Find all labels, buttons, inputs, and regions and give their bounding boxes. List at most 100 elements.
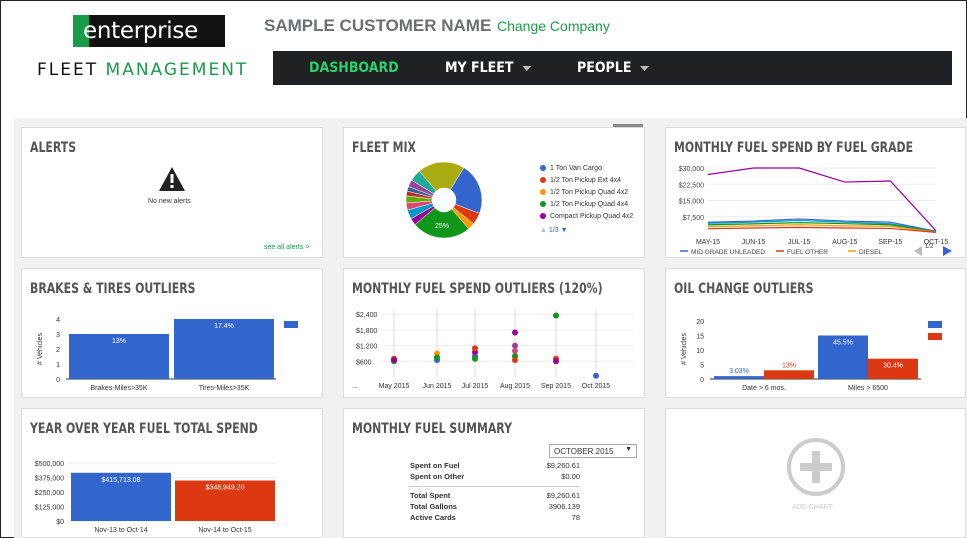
x-tick-label: Brakes-Miles>35K [91, 385, 148, 392]
summary-row-label: Total Gallons [410, 502, 457, 511]
add-chart-label: ADD CHART [792, 504, 833, 511]
x-tick-label: MAY-15 [696, 239, 720, 246]
oil-bar-chart[interactable]: 20 15 10 5 0 # Vehicles 3.03% 13% Date > 6 mos. 4… [666, 307, 966, 397]
see-all-alerts-link[interactable]: see all alerts > [264, 244, 309, 251]
legend-label: 1/2 Ton Pickup Quad 4x4 [550, 200, 629, 208]
y-tick-label: $2,400 [356, 312, 378, 319]
y-tick-label: $1,200 [356, 344, 378, 351]
x-tick-label: Nov-13 to Oct-14 [94, 527, 147, 534]
card-title: MONTHLY FUEL SPEND OUTLIERS (120%) [352, 281, 603, 297]
fleet-mix-pie-chart[interactable]: 25% [402, 158, 486, 242]
brakes-bar-chart[interactable]: 4 3 2 1 0 # Vehicles 13% Brakes-Miles>35K 17.4% T… [22, 305, 322, 397]
y-tick-label: $30,000 [679, 166, 704, 173]
y-tick-label: 20 [696, 319, 704, 326]
bar-data-label: 13% [782, 362, 796, 369]
triangle-down-icon[interactable]: ▼ [561, 227, 568, 234]
card-title: OIL CHANGE OUTLIERS [674, 281, 814, 297]
product-name-fleet: FLEET [37, 60, 99, 80]
legend-label: DIESEL [859, 249, 883, 256]
brakes-card: BRAKES & TIRES OUTLIERS 4 3 2 1 0 # Vehicles 1… [21, 268, 323, 398]
yoy-bar-chart[interactable]: $500,000 $375,000 $250,000 $125,000 $0 $415,7… [22, 453, 322, 538]
fuel-grade-line-chart[interactable]: $30,000 $22,500 $15,000 $7,500 MAY-15 JUN-15 J… [666, 158, 966, 258]
nav-people[interactable]: PEOPLE [576, 60, 650, 76]
y-tick-label: $250,000 [35, 490, 64, 497]
y-tick-label: $1,800 [356, 328, 378, 335]
x-tick-label: Jun 2015 [423, 383, 452, 390]
card-title: MONTHLY FUEL SPEND BY FUEL GRADE [674, 140, 914, 156]
bar-data-label: 45.5% [833, 340, 853, 347]
scatter-point [512, 357, 518, 363]
x-tick-label: Miles > 6500 [848, 385, 888, 392]
chevron-down-icon: ▼ [625, 446, 632, 453]
nav-people-label: PEOPLE [576, 60, 632, 76]
legend-swatch [928, 333, 942, 340]
x-tick-label: Sep 2015 [541, 383, 571, 390]
nav-dashboard[interactable]: DASHBOARD [309, 60, 399, 76]
summary-row-value: 3906.139 [548, 502, 580, 511]
bar-data-label: 13% [112, 338, 126, 345]
x-tick-label: JUN-15 [742, 239, 766, 246]
customer-name: SAMPLE CUSTOMER NAME [264, 16, 492, 35]
pager-prev-icon [914, 246, 922, 256]
legend-item: 1/2 Ton Pickup Quad 4x2 [540, 186, 633, 198]
x-tick-label: Aug 2015 [500, 383, 530, 390]
fleet-mix-pager-label: 1/3 [548, 227, 559, 234]
scatter-point [512, 347, 518, 354]
pager-label: 1/2 [925, 244, 934, 250]
enterprise-logo[interactable]: enterprise [73, 15, 225, 47]
card-title: MONTHLY FUEL SUMMARY [352, 421, 513, 437]
yoy-card: YEAR OVER YEAR FUEL TOTAL SPEND $500,000… [21, 408, 323, 538]
x-tick-label: AUG-15 [832, 239, 857, 246]
x-tick-label: Jul 2015 [462, 383, 489, 390]
y-tick-label: $600 [356, 359, 372, 366]
legend-dot [540, 165, 546, 171]
y-tick-label: $500,000 [35, 461, 64, 468]
legend-label: MID GRADE UNLEADED [691, 249, 765, 256]
bar-data-label: 17.4% [214, 323, 234, 330]
card-title: BRAKES & TIRES OUTLIERS [30, 281, 196, 297]
legend-label: Compact Pickup Quad 4x2 [550, 212, 634, 220]
y-tick-label: 5 [700, 363, 704, 370]
y-tick-label: $7,500 [683, 215, 705, 222]
add-circle-icon[interactable] [786, 437, 846, 497]
oil-card: OIL CHANGE OUTLIERS 20 15 10 5 0 # Vehicles 3.… [665, 268, 966, 398]
y-tick-label: 0 [56, 377, 60, 384]
y-tick-label: $0 [56, 519, 64, 526]
bar-data-label: 3.03% [729, 368, 749, 375]
summary-row-label: Spent on Fuel [410, 461, 460, 470]
summary-row-value: $9,260.61 [546, 491, 580, 500]
scatter-point [512, 342, 518, 349]
month-select[interactable]: OCTOBER 2015 ▼ [549, 444, 637, 458]
nav-my-fleet-label: MY FLEET [444, 60, 514, 76]
legend-swatch [928, 321, 942, 328]
pager-next-icon [943, 246, 952, 256]
chevron-down-icon [640, 65, 650, 71]
y-tick-label: 4 [56, 317, 60, 324]
scatter-point [472, 345, 478, 352]
scatter-point [553, 312, 559, 319]
fuel-outliers-scatter-chart[interactable]: $2,400 $1,800 $1,200 $600 May 2015 Jun 2015 Ju… [344, 301, 644, 397]
add-chart-card[interactable]: ADD CHART [665, 408, 966, 538]
legend-dot [540, 201, 546, 207]
x-tick-label: Tires-Miles>35K [199, 385, 250, 392]
pie-slice-label: 25% [435, 223, 449, 230]
summary-row-label: Active Cards [410, 513, 456, 522]
fleet-mix-pager[interactable]: ▲ 1/3 ▼ [540, 227, 568, 234]
nav-my-fleet[interactable]: MY FLEET [444, 60, 532, 76]
x-tick-label: Nov-14 to Oct-15 [198, 527, 251, 534]
triangle-up-icon[interactable]: ▲ [540, 227, 547, 234]
y-tick-label: 15 [696, 334, 704, 341]
fuel-grade-card: MONTHLY FUEL SPEND BY FUEL GRADE $30,000… [665, 127, 966, 258]
bar-data-label: $415,713.08 [102, 477, 141, 484]
y-axis-label: # Vehicles [681, 333, 688, 365]
y-axis-label: # Vehicles [37, 333, 44, 365]
x-axis-ellipsis: ... [352, 383, 358, 390]
y-tick-label: $375,000 [35, 476, 64, 483]
scatter-point [391, 357, 397, 363]
change-company-link[interactable]: Change Company [497, 18, 610, 34]
fleet-mix-card: FLEET MIX 25% 1 Ton Van Cargo 1/2 Ton Pic… [343, 127, 645, 258]
summary-row-value: $0.00 [561, 472, 580, 481]
bar [714, 376, 764, 379]
legend-dot [540, 189, 546, 195]
legend-label: 1/2 Ton Pickup Ext 4x4 [550, 176, 622, 184]
